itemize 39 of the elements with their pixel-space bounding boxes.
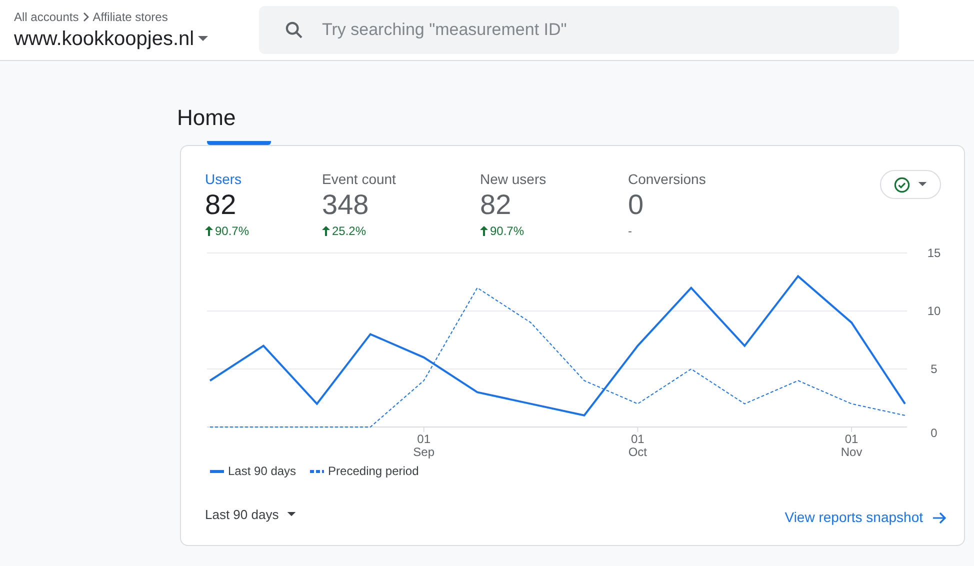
metric-tab[interactable]: Conversions 0 - — [628, 170, 776, 245]
search-field[interactable]: Try searching "measurement ID" — [259, 6, 899, 54]
search-input[interactable]: Try searching "measurement ID" — [322, 17, 874, 43]
legend-label: Last 90 days — [228, 463, 296, 480]
chevron-icon — [80, 12, 91, 22]
metric-tab[interactable]: Users 82 90.7% — [205, 170, 322, 245]
caret-icon — [198, 36, 208, 42]
caret-icon — [286, 512, 296, 517]
change-value: - — [628, 223, 632, 240]
page-title: Home — [177, 105, 237, 131]
up-arrow-icon — [480, 226, 488, 236]
caret-icon — [918, 182, 927, 187]
arrow-right-icon — [933, 512, 947, 524]
breadcrumb-link[interactable]: All accounts — [14, 8, 79, 26]
view-reports-link[interactable]: View reports snapshot — [784, 507, 947, 528]
check-circle-icon — [894, 176, 910, 192]
change-value: 25.2% — [332, 223, 366, 240]
property-selector[interactable]: www.kookkoopjes.nl — [14, 26, 259, 52]
axis-label: 0 — [930, 426, 938, 440]
axis-label: 01 Sep — [413, 432, 435, 459]
axis-label: 5 — [930, 362, 938, 376]
up-arrow-icon — [322, 226, 330, 236]
change-value: 90.7% — [490, 223, 524, 240]
selected-indicator — [207, 141, 271, 145]
status-dropdown[interactable] — [880, 170, 941, 199]
legend-line-icon — [310, 470, 324, 472]
search-icon — [284, 20, 304, 40]
axis-label: 10 — [927, 304, 941, 318]
date-range-dropdown[interactable]: Last 90 days — [205, 504, 296, 524]
up-arrow-icon — [205, 226, 213, 236]
metric-tab[interactable]: New users 82 90.7% — [480, 170, 628, 245]
breadcrumb-link[interactable]: Affiliate stores — [92, 8, 168, 26]
axis-label: 01 Oct — [628, 432, 648, 459]
axis-label: 01 Nov — [840, 432, 862, 459]
axis-label: 15 — [927, 246, 941, 260]
metric-tab[interactable]: Event count 348 25.2% — [322, 170, 480, 245]
legend-line-icon — [210, 470, 224, 472]
change-value: 90.7% — [215, 223, 250, 240]
legend-label: Preceding period — [328, 463, 419, 480]
